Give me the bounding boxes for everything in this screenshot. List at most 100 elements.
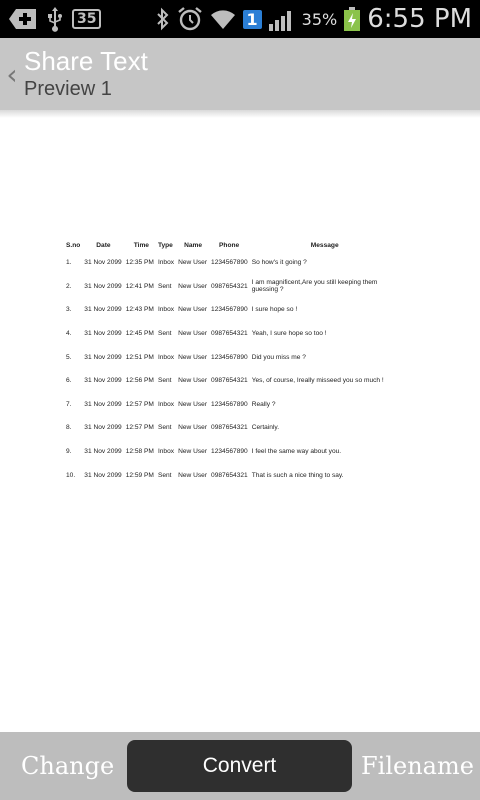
cell-date: 31 Nov 2099: [84, 282, 122, 290]
cell-time: 12:43 PM: [125, 306, 154, 314]
cell-phone: 0987654321: [211, 377, 248, 385]
cell-time: 12:45 PM: [125, 330, 154, 338]
page-title: Share Text: [24, 46, 148, 76]
cell-phone: 1234567890: [211, 259, 248, 267]
cell-sno: 6.: [66, 377, 72, 385]
cell-sno: 5.: [66, 353, 72, 361]
cell-name: New User: [178, 353, 208, 361]
table-row: 3. 31 Nov 2099 12:43 PM Inbox New User 123456…: [64, 298, 400, 322]
cell-time: 12:35 PM: [125, 259, 154, 267]
cell-phone: 1234567890: [211, 400, 248, 408]
cell-date: 31 Nov 2099: [84, 306, 122, 314]
cell-type: Sent: [157, 282, 172, 290]
action-bar: ‹ Share Text Preview 1: [0, 38, 480, 110]
cell-time: 12:41 PM: [125, 282, 154, 290]
cell-name: New User: [178, 377, 208, 385]
cell-message: I sure hope so !: [251, 306, 298, 314]
cell-message: That is such a nice thing to say.: [251, 471, 344, 479]
cell-type: Inbox: [157, 353, 175, 361]
table-row: 2. 31 Nov 2099 12:41 PM Sent New User 0987654…: [64, 275, 400, 299]
cell-message: Did you miss me ?: [251, 353, 306, 361]
table-row: 1. 31 Nov 2099 12:35 PM Inbox New User 123456…: [64, 251, 400, 275]
cell-name: New User: [178, 259, 208, 267]
table-row: 5. 31 Nov 2099 12:51 PM Inbox New User 123456…: [64, 345, 400, 369]
cell-phone: 0987654321: [211, 282, 248, 290]
cell-date: 31 Nov 2099: [84, 400, 122, 408]
header-time: Time: [133, 241, 149, 249]
cell-sno: 3.: [66, 306, 72, 314]
alarm-icon: [177, 6, 203, 32]
header-phone: Phone: [219, 241, 240, 249]
action-bar-shadow: [0, 110, 480, 118]
table-row: 4. 31 Nov 2099 12:45 PM Sent New User 0987654…: [64, 322, 400, 346]
header-sno: S.no: [66, 241, 81, 249]
change-button[interactable]: Change: [21, 752, 114, 780]
convert-button[interactable]: Convert: [127, 740, 352, 792]
cell-type: Inbox: [157, 400, 175, 408]
cell-phone: 0987654321: [211, 471, 248, 479]
cell-time: 12:51 PM: [125, 353, 154, 361]
signal-icon: [268, 6, 296, 32]
back-button[interactable]: ‹: [0, 38, 24, 110]
bottom-bar: Change Convert Filename: [0, 732, 480, 800]
document-preview: S.no Date Time Type Name Phone Message 1…: [0, 118, 480, 732]
cell-name: New User: [178, 400, 208, 408]
cell-message: Yes, of course, Ireally misseed you so m…: [251, 377, 384, 385]
cell-sno: 7.: [66, 400, 72, 408]
cell-date: 31 Nov 2099: [84, 330, 122, 338]
cell-name: New User: [178, 424, 208, 432]
cell-date: 31 Nov 2099: [84, 448, 122, 456]
cell-date: 31 Nov 2099: [84, 259, 122, 267]
header-type: Type: [157, 241, 173, 249]
cell-date: 31 Nov 2099: [84, 471, 122, 479]
table-row: 10. 31 Nov 2099 12:59 PM Sent New User 098765…: [64, 463, 400, 487]
battery-icon: [343, 6, 361, 32]
cell-phone: 0987654321: [211, 330, 248, 338]
cell-type: Sent: [157, 377, 172, 385]
cell-name: New User: [178, 330, 208, 338]
cell-sno: 8.: [66, 424, 72, 432]
clock: 6:55 PM: [367, 4, 472, 34]
header-date: Date: [96, 241, 111, 249]
cell-sno: 10.: [66, 471, 76, 479]
cell-name: New User: [178, 471, 208, 479]
cell-message: Really ?: [251, 400, 276, 408]
cell-sno: 1.: [66, 259, 72, 267]
cell-type: Sent: [157, 424, 172, 432]
cell-name: New User: [178, 282, 208, 290]
add-icon: [8, 7, 38, 31]
filename-button[interactable]: Filename: [361, 752, 474, 780]
cell-type: Inbox: [157, 306, 175, 314]
bluetooth-icon: [155, 7, 171, 31]
table-row: 9. 31 Nov 2099 12:58 PM Inbox New User 123456…: [64, 440, 400, 464]
cell-date: 31 Nov 2099: [84, 353, 122, 361]
cell-message: I am magnificent,Are you still keeping t…: [251, 279, 378, 294]
cell-type: Inbox: [157, 259, 175, 267]
cell-phone: 1234567890: [211, 353, 248, 361]
sim-badge: 1: [242, 9, 262, 29]
message-table: S.no Date Time Type Name Phone Message 1…: [64, 239, 400, 487]
cell-time: 12:58 PM: [125, 448, 154, 456]
table-row: 6. 31 Nov 2099 12:56 PM Sent New User 0987654…: [64, 369, 400, 393]
cell-type: Sent: [157, 330, 172, 338]
header-message: Message: [310, 241, 339, 249]
cell-type: Sent: [157, 471, 172, 479]
cell-sno: 9.: [66, 448, 72, 456]
table-header-row: S.no Date Time Type Name Phone Message: [64, 239, 400, 251]
cell-sno: 4.: [66, 330, 72, 338]
wifi-icon: [209, 7, 237, 31]
cell-name: New User: [178, 306, 208, 314]
chevron-left-icon: ‹: [6, 57, 18, 91]
cell-date: 31 Nov 2099: [84, 377, 122, 385]
page-subtitle: Preview 1: [24, 78, 112, 100]
cell-sno: 2.: [66, 282, 72, 290]
cell-phone: 1234567890: [211, 306, 248, 314]
cell-message: Yeah, I sure hope so too !: [251, 330, 327, 338]
cell-phone: 1234567890: [211, 448, 248, 456]
battery-percent: 35%: [301, 9, 338, 29]
status-bar: 35 1 35% 6:55 PM: [0, 0, 480, 38]
cell-message: So how's it going ?: [251, 259, 307, 267]
cell-message: Certainly.: [251, 424, 280, 432]
notification-count-badge: 35: [72, 9, 102, 29]
cell-type: Inbox: [157, 448, 175, 456]
